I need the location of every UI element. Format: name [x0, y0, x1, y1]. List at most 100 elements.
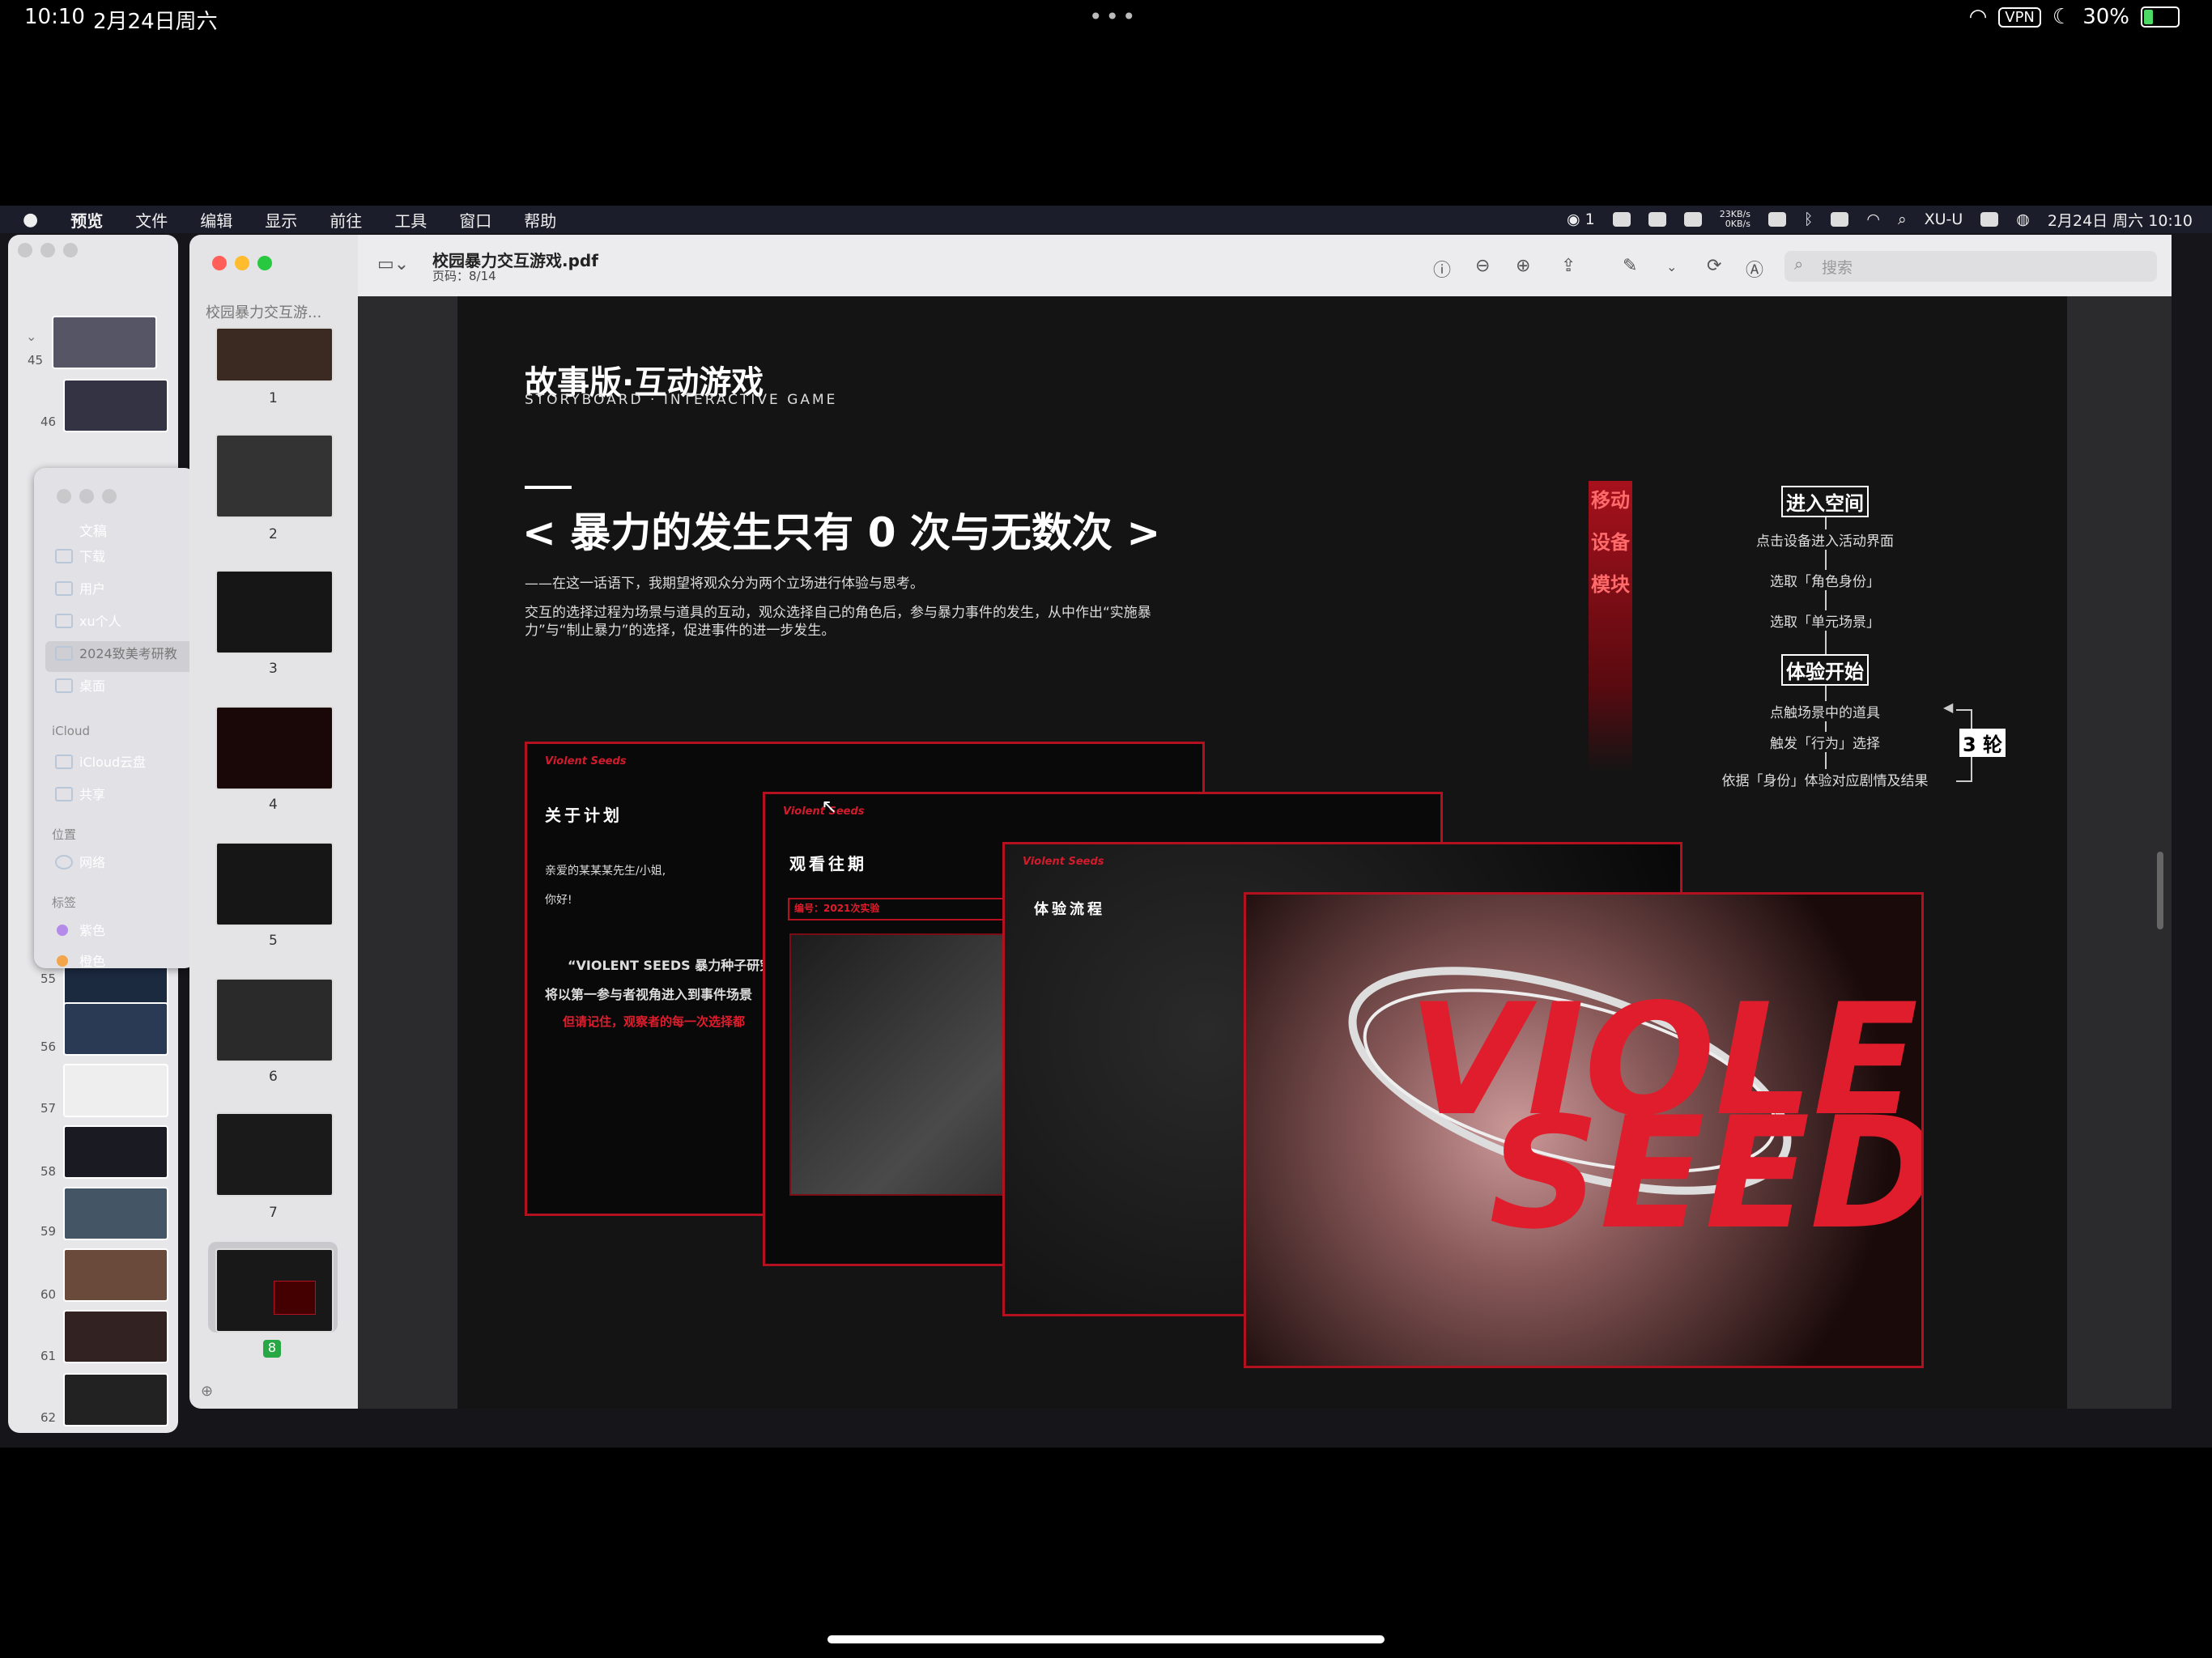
app-icon[interactable] — [1612, 212, 1631, 227]
background-thumb[interactable] — [63, 379, 168, 432]
page-thumb-5[interactable] — [215, 842, 334, 926]
page-thumb-1[interactable] — [215, 327, 334, 382]
folder-icon — [55, 614, 73, 628]
battery-icon — [2141, 6, 2180, 28]
finder-item-downloads[interactable]: 下载 — [79, 546, 105, 565]
menu-go[interactable]: 前往 — [330, 208, 362, 232]
chevron-down-icon[interactable]: ⌄ — [1666, 259, 1677, 274]
desktop-icon — [55, 678, 73, 693]
page-thumb-8[interactable] — [215, 1248, 334, 1333]
flow-heading-1-text: 进入空间 — [1781, 486, 1869, 517]
menu-tools[interactable]: 工具 — [394, 208, 427, 232]
chevron-down-icon[interactable]: ⌄ — [26, 329, 36, 344]
module-label-2: 设备 — [1591, 531, 1630, 554]
download-icon — [55, 549, 73, 563]
page-thumb-number: 4 — [269, 797, 278, 813]
close-button[interactable] — [212, 256, 227, 270]
minimize-button[interactable] — [40, 243, 55, 257]
module-label-1: 移动 — [1591, 489, 1630, 512]
zoom-out-icon[interactable]: ⊖ — [1475, 256, 1490, 276]
flow-step-4: 点触场景中的道具 — [1695, 701, 1955, 721]
menu-view[interactable]: 显示 — [265, 208, 297, 232]
spotlight-icon[interactable]: ⌕ — [1898, 210, 1907, 228]
finder-item-user[interactable]: 用户 — [79, 578, 105, 597]
zoom-button[interactable] — [257, 256, 272, 270]
thumb-image — [274, 1281, 316, 1315]
page-thumb-3[interactable] — [215, 570, 334, 654]
background-thumb[interactable] — [63, 1125, 168, 1179]
background-thumb-number: 62 — [40, 1410, 57, 1425]
display-icon[interactable] — [1648, 212, 1666, 227]
finder-items: 文稿 下载 用户 xu个人 2024致美考研教 桌面 iCloud iCloud… — [34, 468, 196, 970]
card-plan-title: 关于计划 — [545, 806, 623, 825]
page-thumb-6[interactable] — [215, 978, 334, 1062]
flow-step-1: 点击设备进入活动界面 — [1695, 529, 1955, 550]
share-icon[interactable]: ⇪ — [1561, 256, 1576, 276]
background-thumb[interactable] — [63, 1248, 168, 1302]
scrollbar[interactable] — [2157, 852, 2163, 929]
background-thumb[interactable] — [63, 1002, 168, 1056]
card-plan-greeting: 亲爱的某某某先生/小姐, — [545, 865, 666, 878]
battery-level — [2144, 10, 2154, 24]
menu-help[interactable]: 帮助 — [524, 208, 556, 232]
background-thumb[interactable] — [63, 1064, 168, 1117]
page-thumb-7[interactable] — [215, 1112, 334, 1197]
input-method-icon[interactable] — [1767, 212, 1786, 227]
annotate-icon[interactable]: Ⓐ — [1746, 256, 1763, 282]
control-center-icon[interactable] — [1980, 212, 1999, 227]
menu-preview[interactable]: 预览 — [70, 208, 103, 232]
background-thumb[interactable] — [52, 316, 157, 369]
page-thumb-4[interactable] — [215, 706, 334, 790]
wechat-count: 1 — [1585, 210, 1595, 228]
battery-menu-icon[interactable] — [1831, 212, 1849, 227]
apple-icon[interactable]: ● — [23, 210, 38, 230]
bluetooth-icon[interactable]: ᛒ — [1804, 210, 1813, 228]
ipad-clock: 10:10 — [24, 5, 85, 29]
menu-edit[interactable]: 编辑 — [200, 208, 232, 232]
background-thumb[interactable] — [63, 1187, 168, 1240]
info-icon[interactable]: ⓘ — [1433, 256, 1451, 282]
background-thumb-number: 60 — [40, 1287, 57, 1302]
finder-item-documents[interactable]: 文稿 — [79, 520, 107, 540]
card-plan-warning: 但请记住，观察者的每一次选择都 — [563, 1014, 746, 1029]
wifi-menu-icon[interactable]: ◠ — [1866, 210, 1880, 228]
zoom-in-icon[interactable]: ⊕ — [1516, 256, 1530, 276]
finder-item-2024[interactable]: 2024致美考研教 — [79, 643, 177, 662]
page-thumb-2[interactable] — [215, 434, 334, 518]
home-indicator[interactable] — [827, 1635, 1385, 1643]
search-placeholder: 搜索 — [1822, 259, 1853, 277]
markup-pen-icon[interactable]: ✎ — [1623, 256, 1637, 276]
finder-item-icloud-drive[interactable]: iCloud云盘 — [79, 751, 146, 771]
finder-item-network[interactable]: 网络 — [79, 852, 105, 871]
shared-folder-icon — [55, 787, 73, 801]
zoom-button[interactable] — [63, 243, 78, 257]
finder-item-shared[interactable]: 共享 — [79, 784, 105, 803]
sidebar-toggle-icon[interactable]: ▭⌄ — [377, 254, 409, 274]
tags-header: 标签 — [52, 895, 77, 910]
add-page-icon[interactable]: ⊕ — [201, 1383, 213, 1400]
background-thumb[interactable] — [63, 1373, 168, 1426]
flow-heading-1: 进入空间 — [1720, 486, 1930, 517]
window-icon[interactable] — [1683, 212, 1702, 227]
user-menu[interactable]: XU-U — [1925, 210, 1963, 228]
net-down: 0KB/s — [1725, 219, 1750, 229]
card-plan-line: 将以第一参与者视角进入到事件场景 — [545, 987, 753, 1002]
close-button[interactable] — [18, 243, 32, 257]
minimize-button[interactable] — [235, 256, 249, 270]
menu-window[interactable]: 窗口 — [459, 208, 491, 232]
user-icon — [55, 581, 73, 596]
wechat-icon[interactable]: ◉ 1 — [1567, 210, 1595, 228]
tag-orange[interactable]: 橙色 — [79, 950, 105, 970]
multitask-dots-icon[interactable]: ••• — [1089, 3, 1139, 30]
search-icon: ⌕ — [1794, 254, 1804, 274]
finder-item-xu[interactable]: xu个人 — [79, 610, 121, 630]
rotate-icon[interactable]: ⟳ — [1707, 256, 1721, 276]
menu-file[interactable]: 文件 — [135, 208, 168, 232]
finder-item-desktop[interactable]: 桌面 — [79, 675, 105, 695]
siri-icon[interactable]: ◍ — [2016, 210, 2030, 228]
page-thumb-number: 1 — [269, 390, 278, 406]
tag-purple[interactable]: 紫色 — [79, 920, 105, 939]
background-thumb-number: 57 — [40, 1101, 57, 1116]
background-thumb[interactable] — [63, 1310, 168, 1363]
current-page-number: 8 — [263, 1340, 281, 1358]
